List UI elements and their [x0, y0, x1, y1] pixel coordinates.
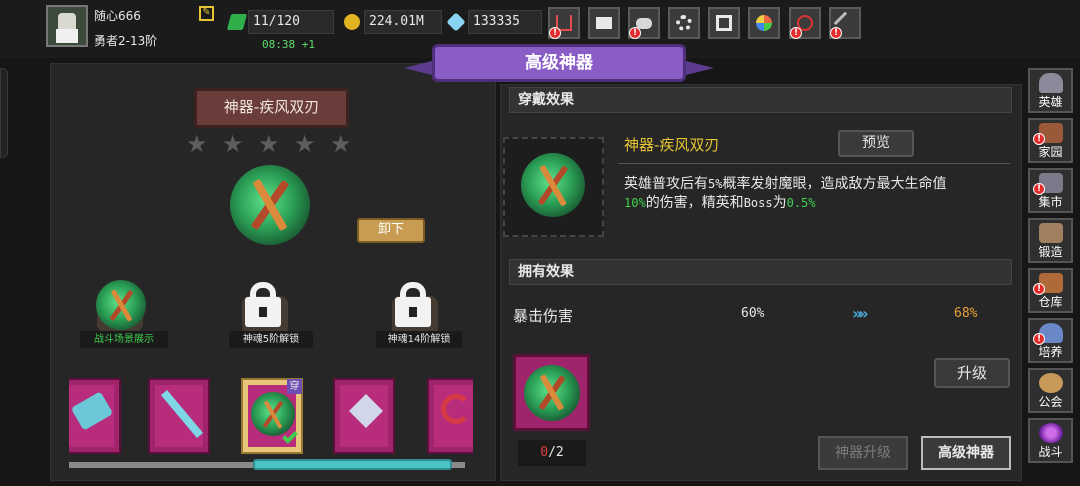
advanced-artifact-tab[interactable]: 高级神器 [921, 436, 1011, 470]
artifact-item[interactable] [69, 378, 121, 454]
star-icon: ★ [186, 130, 208, 158]
wheel-button[interactable] [748, 7, 780, 39]
sidebar-label: 英雄 [1038, 95, 1063, 109]
preview-button[interactable]: 预览 [838, 130, 914, 157]
equip-effect-description: 英雄普攻后有5%概率发射魔眼，造成敌方最大生命值 10%的伤害，精英和Boss为0… [624, 176, 947, 211]
stat-next-value: 68% [954, 306, 978, 321]
gift-button[interactable] [708, 7, 740, 39]
event-button[interactable]: ! [789, 7, 821, 39]
divider [618, 163, 1010, 164]
sidebar-item-warehouse[interactable]: ! 仓库 [1028, 268, 1073, 313]
helmet-icon [1039, 73, 1063, 93]
sidebar-item-guild[interactable]: 公会 [1028, 368, 1073, 413]
gold-value: 224.01M [364, 10, 442, 34]
twin-blades-icon [251, 392, 295, 436]
lock-keyhole [409, 307, 417, 317]
upgrade-button[interactable]: 升级 [934, 358, 1010, 388]
sidebar-item-cultivate[interactable]: ! 培养 [1028, 318, 1073, 363]
player-rank: 勇者2-13阶 [94, 34, 158, 48]
page-title: 高级神器 [432, 44, 686, 82]
sidebar-label: 培养 [1038, 345, 1063, 359]
guild-icon [1039, 373, 1063, 393]
double-arrow-icon: »» [852, 304, 869, 323]
gold-icon [344, 14, 360, 30]
energy-timer: 08:38 +1 [262, 38, 315, 51]
diamond-value: 133335 [468, 10, 542, 34]
slot-label-lock-14: 神魂14阶解锁 [376, 331, 462, 348]
artifact-carousel[interactable]: 穿 [69, 376, 473, 456]
energy-value: 11/120 [248, 10, 334, 34]
star-icon: ★ [222, 130, 244, 158]
twin-blades-icon [524, 365, 580, 421]
anvil-icon [1039, 223, 1063, 243]
artifact-item[interactable] [148, 378, 210, 454]
material-count: 0/2 [518, 440, 586, 466]
slot-label-battle-scene: 战斗场景展示 [80, 331, 168, 348]
star-icon: ★ [294, 130, 316, 158]
carousel-scroll-thumb[interactable] [253, 459, 452, 470]
artifact-item-selected[interactable]: 穿 [241, 378, 303, 454]
unload-button[interactable]: 卸下 [357, 218, 425, 243]
artifact-main-icon [230, 165, 310, 245]
equip-effect-header: 穿戴效果 [509, 87, 1012, 113]
player-name: 随心666 [94, 9, 141, 23]
equipped-badge: 穿 [287, 379, 302, 394]
battle-scene-icon[interactable] [96, 280, 146, 330]
mail-icon [596, 17, 612, 29]
shop-button[interactable]: ! [548, 7, 580, 39]
sidebar-label: 集市 [1038, 195, 1063, 209]
avatar[interactable] [46, 5, 88, 47]
artifact-item[interactable] [333, 378, 395, 454]
lock-keyhole [259, 307, 267, 317]
gamepad-button[interactable]: ! [628, 7, 660, 39]
upgrade-material-card[interactable] [513, 354, 590, 431]
edit-icon[interactable]: ✎ [199, 6, 214, 21]
battle-event-button[interactable]: ! [829, 7, 861, 39]
sidebar-label: 家园 [1038, 145, 1063, 159]
equip-effect-icon-frame [503, 137, 604, 237]
star-icon: ★ [258, 130, 280, 158]
twin-blades-icon [521, 153, 585, 217]
stat-current-value: 60% [741, 306, 765, 321]
sidebar-item-forge[interactable]: 锻造 [1028, 218, 1073, 263]
equip-artifact-name: 神器-疾风双刃 [624, 136, 720, 154]
scythe-icon [441, 394, 471, 424]
title-banner: 高级神器 [404, 44, 714, 84]
mail-button[interactable] [588, 7, 620, 39]
gear-icon [676, 15, 692, 31]
sidebar-label: 仓库 [1038, 295, 1063, 309]
sidebar-label: 公会 [1038, 395, 1063, 409]
sidebar-item-battle[interactable]: 战斗 [1028, 418, 1073, 463]
own-effect-header: 拥有效果 [509, 259, 1012, 285]
sidebar-item-hero[interactable]: 英雄 [1028, 68, 1073, 113]
sidebar-item-market[interactable]: ! 集市 [1028, 168, 1073, 213]
sidebar-label: 战斗 [1038, 445, 1063, 459]
slot-label-lock-5: 神魂5阶解锁 [229, 331, 313, 348]
gift-icon [716, 15, 732, 31]
artifact-item[interactable] [427, 378, 473, 454]
sidebar-label: 锻造 [1038, 245, 1063, 259]
stat-name: 暴击伤害 [513, 307, 574, 325]
portal-icon [1039, 423, 1063, 443]
settings-button[interactable] [668, 7, 700, 39]
side-tab-handle[interactable] [0, 68, 8, 158]
wheel-icon [756, 15, 772, 31]
sidebar-item-home[interactable]: ! 家园 [1028, 118, 1073, 163]
artifact-upgrade-tab[interactable]: 神器升级 [818, 436, 908, 470]
star-icon: ★ [330, 130, 352, 158]
artifact-title: 神器-疾风双刃 [194, 88, 349, 128]
